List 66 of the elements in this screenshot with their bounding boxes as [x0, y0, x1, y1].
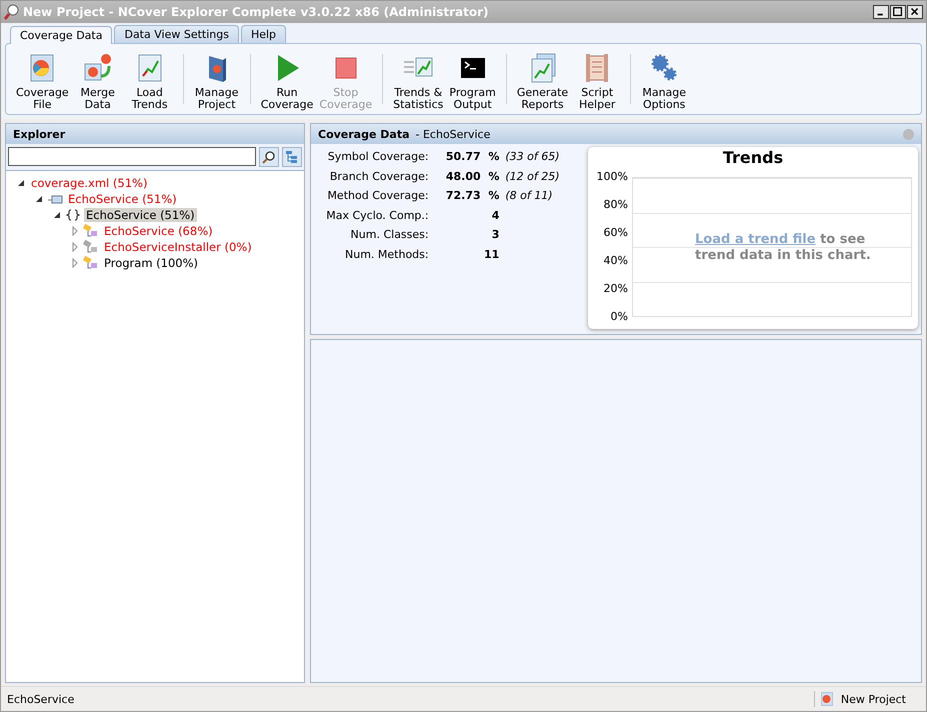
- class-icon: [83, 223, 99, 239]
- stat-value: 11: [483, 246, 500, 262]
- expanded-arrow-icon[interactable]: [34, 194, 44, 204]
- status-project: New Project: [840, 692, 906, 706]
- tree-item[interactable]: EchoService (68%): [102, 224, 215, 238]
- toolbar-button[interactable]: Generate Reports: [514, 44, 570, 114]
- axis-label: 20%: [602, 282, 628, 295]
- class-icon: [83, 255, 99, 271]
- ribbon-tab[interactable]: Help: [240, 25, 286, 43]
- window-title: New Project - NCover Explorer Complete v3.0.22 x86 (Administrator): [23, 5, 490, 19]
- toolbar-button[interactable]: Trends & Statistics: [391, 44, 446, 114]
- tree-item[interactable]: Program (100%): [102, 256, 200, 270]
- expanded-arrow-icon[interactable]: [16, 178, 26, 188]
- toolbar-button[interactable]: Load Trends: [124, 44, 175, 114]
- tree-item[interactable]: EchoService (51%): [66, 192, 179, 206]
- stat-value: 48.00 %: [444, 168, 500, 184]
- stat-label: Method Coverage:: [326, 188, 429, 204]
- panel-subtitle: - EchoService: [416, 128, 490, 140]
- toolbar-button[interactable]: Program Output: [447, 44, 498, 114]
- expanded-arrow-icon[interactable]: [52, 210, 62, 220]
- maximize-button[interactable]: [890, 5, 906, 19]
- toolbar-button[interactable]: Manage Options: [639, 44, 690, 114]
- hierarchy-icon: [285, 150, 299, 164]
- braces-icon: [65, 207, 81, 223]
- stat-value: 4: [490, 208, 500, 224]
- chart-title: Trends: [722, 148, 784, 167]
- search-button[interactable]: [259, 147, 279, 167]
- stat-label: Symbol Coverage:: [326, 149, 429, 165]
- stat-value: 72.73 %: [444, 188, 500, 204]
- tree-item[interactable]: coverage.xml (51%): [29, 176, 150, 190]
- toolbar-button[interactable]: Run Coverage: [258, 44, 316, 114]
- panel-header: Explorer: [6, 124, 304, 144]
- stat-detail: (12 of 25): [505, 168, 561, 184]
- close-button[interactable]: [907, 5, 923, 19]
- tree-item[interactable]: EchoService (51%): [84, 208, 197, 222]
- panel-title: Coverage Data: [318, 128, 410, 140]
- stat-label: Branch Coverage:: [328, 168, 429, 184]
- status-text: EchoService: [7, 692, 76, 706]
- stat-detail: (8 of 11): [505, 188, 554, 204]
- stat-value: 50.77 %: [444, 149, 500, 165]
- stat-label: Num. Methods:: [344, 246, 429, 262]
- toolbar-button[interactable]: Coverage File: [14, 44, 71, 114]
- toolbar-button[interactable]: Script Helper: [572, 44, 622, 114]
- axis-label: 100%: [596, 170, 628, 183]
- axis-label: 80%: [602, 198, 628, 211]
- toolbar-button[interactable]: Manage Project: [192, 44, 242, 114]
- axis-label: 0%: [610, 310, 628, 323]
- stat-detail: (33 of 65): [505, 149, 561, 165]
- class-icon: [83, 239, 99, 255]
- axis-label: 60%: [602, 226, 628, 239]
- ribbon-tab[interactable]: Coverage Data: [10, 26, 112, 44]
- chart-message: Load a trend file to see trend data in this chart.: [695, 232, 872, 264]
- stat-value: 3: [490, 227, 500, 243]
- toolbar-button[interactable]: Merge Data: [72, 44, 123, 114]
- stat-label: Num. Classes:: [350, 227, 429, 243]
- search-field[interactable]: [8, 147, 256, 166]
- ribbon-tab[interactable]: Data View Settings: [114, 25, 239, 43]
- document-pie-icon: [818, 691, 835, 707]
- collapsed-arrow-icon[interactable]: [70, 226, 80, 236]
- tree-item[interactable]: EchoServiceInstaller (0%): [102, 240, 254, 254]
- collapsed-arrow-icon[interactable]: [70, 258, 80, 268]
- minimize-button[interactable]: [873, 5, 889, 19]
- magnifier-icon: [4, 4, 20, 20]
- stat-label: Max Cyclo. Comp.:: [325, 208, 429, 224]
- axis-label: 40%: [602, 254, 628, 267]
- collapsed-arrow-icon[interactable]: [70, 242, 80, 252]
